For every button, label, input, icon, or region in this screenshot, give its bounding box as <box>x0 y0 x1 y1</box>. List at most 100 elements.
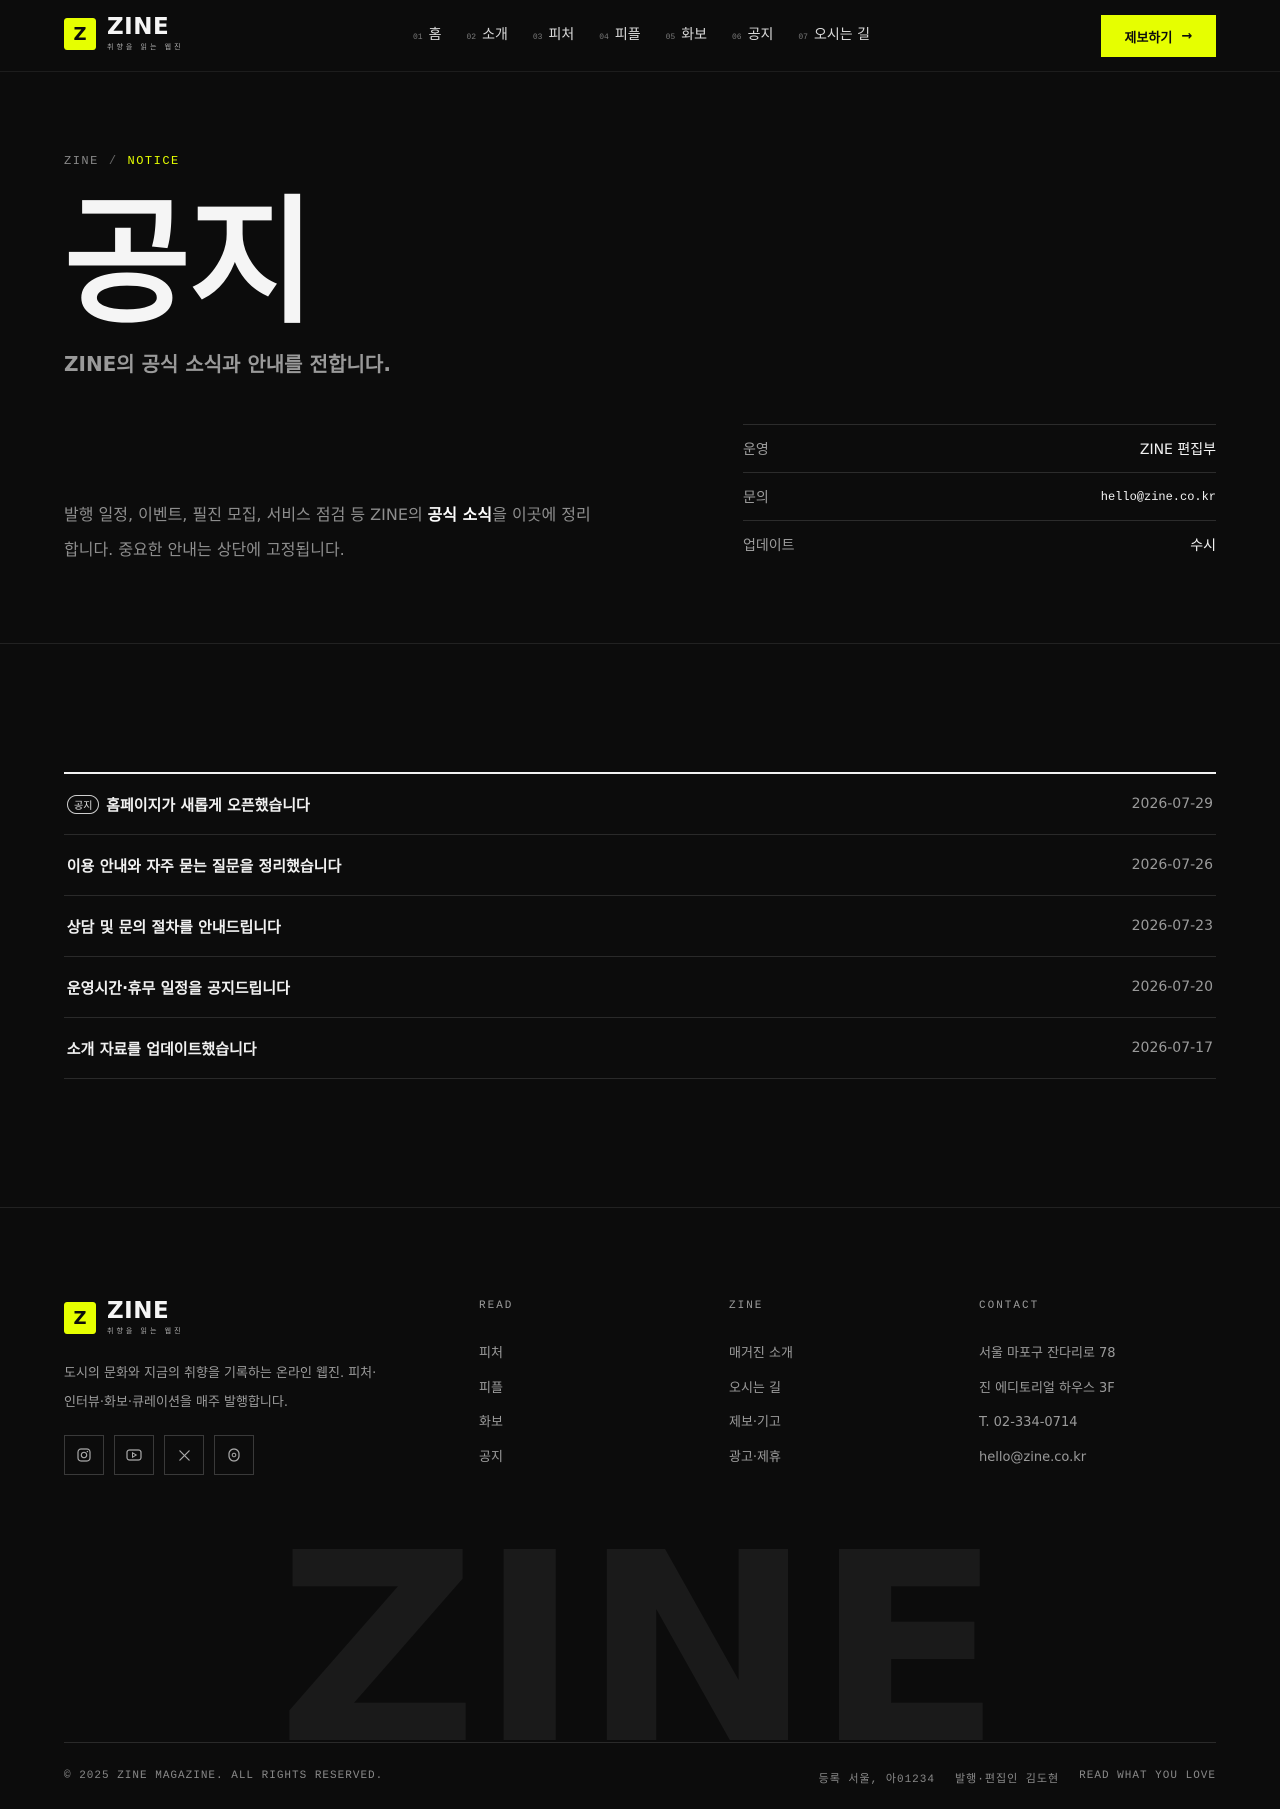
notice-title[interactable]: 홈페이지가 새롭게 오픈했습니다 <box>106 794 310 815</box>
footer-bottom-divider <box>64 1742 1216 1743</box>
footer-link[interactable]: 피처 <box>479 1337 513 1372</box>
footer-about: 도시의 문화와 지금의 취향을 기록하는 온라인 웹진. 피처·인터뷰·화보·큐… <box>64 1366 377 1410</box>
nav-label: 화보 <box>681 27 707 43</box>
info-row-operator: 운영 ZINE 편집부 <box>743 424 1216 472</box>
notice-row[interactable]: 공지 홈페이지가 새롭게 오픈했습니다 2026-07-29 <box>64 774 1216 835</box>
footer-link[interactable]: 제보·기고 <box>729 1406 793 1441</box>
site-header: Z ZINE 취향을 읽는 웹진 01 홈 02 소개 03 피처 04 피플 05 화보… <box>0 0 1280 72</box>
footer-link[interactable]: 공지 <box>479 1441 513 1476</box>
nav-label: 홈 <box>428 27 442 43</box>
site-logo[interactable]: Z ZINE 취향을 읽는 웹진 <box>64 16 184 52</box>
footer-slogan: READ WHAT YOU LOVE <box>1079 1770 1216 1782</box>
nav-label: 오시는 길 <box>813 27 870 43</box>
notice-title[interactable]: 이용 안내와 자주 묻는 질문을 정리했습니다 <box>67 855 342 876</box>
footer-link[interactable]: 화보 <box>479 1406 513 1441</box>
footer-logo[interactable]: Z ZINE 취향을 읽는 웹진 <box>64 1300 184 1336</box>
nav-item-people[interactable]: 04 피플 <box>599 24 640 44</box>
social-links <box>64 1435 264 1475</box>
legal-info: 등록 서울, 아01234 발행·편집인 김도현 READ WHAT YOU L… <box>799 1770 1216 1786</box>
logo-mark: Z <box>64 1302 96 1334</box>
notice-date: 2026-07-23 <box>1131 918 1213 934</box>
info-row-contact: 문의 hello@zine.co.kr <box>743 472 1216 520</box>
notice-row[interactable]: 상담 및 문의 절차를 안내드립니다 2026-07-23 <box>64 896 1216 957</box>
nav-item-location[interactable]: 07 오시는 길 <box>798 24 870 44</box>
registration-number: 등록 서울, 아01234 <box>818 1774 935 1786</box>
nav-number: 04 <box>599 33 609 42</box>
page-title: 공지 <box>64 182 316 343</box>
footer-column-contact: CONTACT 서울 마포구 잔다리로 78 진 에디토리얼 하우스 3F T.… <box>979 1300 1116 1475</box>
footer-column-heading: ZINE <box>729 1300 764 1312</box>
info-key: 업데이트 <box>743 537 795 554</box>
notice-title[interactable]: 운영시간·휴무 일정을 공지드립니다 <box>67 977 290 998</box>
notice-row[interactable]: 소개 자료를 업데이트했습니다 2026-07-17 <box>64 1018 1216 1079</box>
footer-divider <box>0 1207 1280 1208</box>
publisher-name: 발행·편집인 김도현 <box>955 1774 1060 1786</box>
copyright-text: © 2025 ZINE MAGAZINE. ALL RIGHTS RESERVE… <box>64 1770 384 1782</box>
nav-item-feature[interactable]: 03 피처 <box>533 24 574 44</box>
nav-item-home[interactable]: 01 홈 <box>413 24 442 44</box>
report-button[interactable]: 제보하기 → <box>1101 15 1216 57</box>
notice-row[interactable]: 운영시간·휴무 일정을 공지드립니다 2026-07-20 <box>64 957 1216 1018</box>
notice-date: 2026-07-17 <box>1131 1040 1213 1056</box>
info-value: ZINE 편집부 <box>1139 441 1216 458</box>
notice-row[interactable]: 이용 안내와 자주 묻는 질문을 정리했습니다 2026-07-26 <box>64 835 1216 896</box>
info-table: 운영 ZINE 편집부 문의 hello@zine.co.kr 업데이트 수시 <box>743 424 1216 568</box>
footer-link[interactable]: 피플 <box>479 1372 513 1407</box>
instagram-link[interactable] <box>64 1435 104 1475</box>
nav-label: 피처 <box>548 27 575 43</box>
instagram-icon <box>77 1448 91 1462</box>
description-highlight: 공식 소식 <box>427 505 493 524</box>
nav-label: 피플 <box>614 27 641 43</box>
page-subtitle: ZINE의 공식 소식과 안내를 전합니다. <box>64 352 391 376</box>
notice-date: 2026-07-29 <box>1131 796 1213 812</box>
footer-column-heading: READ <box>479 1300 514 1312</box>
logo-mark: Z <box>64 18 96 50</box>
breadcrumb: ZINE / NOTICE <box>64 154 180 168</box>
notice-title[interactable]: 소개 자료를 업데이트했습니다 <box>67 1038 257 1059</box>
nav-number: 05 <box>665 33 676 42</box>
info-key: 문의 <box>743 489 769 506</box>
notice-date: 2026-07-20 <box>1131 979 1213 995</box>
nav-label: 소개 <box>482 27 508 43</box>
threads-link[interactable] <box>214 1435 254 1475</box>
footer-column-read: READ 피처 피플 화보 공지 <box>479 1300 513 1475</box>
notice-list: 공지 홈페이지가 새롭게 오픈했습니다 2026-07-29 이용 안내와 자주… <box>64 772 1216 1079</box>
x-link[interactable] <box>164 1435 204 1475</box>
breadcrumb-root[interactable]: ZINE <box>64 154 99 168</box>
notice-title[interactable]: 상담 및 문의 절차를 안내드립니다 <box>67 916 281 937</box>
nav-number: 03 <box>532 33 543 42</box>
footer-link[interactable]: 오시는 길 <box>729 1372 793 1407</box>
footer-link[interactable]: 광고·제휴 <box>729 1441 793 1476</box>
nav-number: 06 <box>732 33 742 42</box>
footer-link[interactable]: 매거진 소개 <box>729 1337 793 1372</box>
youtube-link[interactable] <box>114 1435 154 1475</box>
logo-wordmark: ZINE <box>107 1298 170 1324</box>
breadcrumb-separator: / <box>108 154 118 168</box>
report-button-label: 제보하기 <box>1124 30 1173 46</box>
address-line: 서울 마포구 잔다리로 78 <box>979 1346 1116 1361</box>
x-icon <box>178 1449 190 1461</box>
nav-item-about[interactable]: 02 소개 <box>467 24 508 44</box>
logo-wordmark: ZINE <box>107 14 170 40</box>
contact-email-link[interactable]: hello@zine.co.kr <box>1101 490 1216 504</box>
footer-wordmark: ZINE <box>277 1506 1003 1750</box>
phone-number[interactable]: T. 02-334-0714 <box>979 1406 1116 1441</box>
section-divider <box>0 643 1280 644</box>
nav-item-notice[interactable]: 06 공지 <box>732 24 773 44</box>
breadcrumb-current: NOTICE <box>127 154 180 168</box>
info-key: 운영 <box>743 441 769 458</box>
footer-email-link[interactable]: hello@zine.co.kr <box>979 1441 1116 1476</box>
svg-text:ZINE: ZINE <box>277 1506 1003 1750</box>
threads-icon <box>228 1448 240 1462</box>
main-nav: 01 홈 02 소개 03 피처 04 피플 05 화보 06 공지 07 오시는 길 <box>413 24 895 44</box>
nav-number: 01 <box>413 33 423 42</box>
logo-tagline: 취향을 읽는 웹진 <box>107 1327 184 1335</box>
pinned-badge: 공지 <box>67 794 100 814</box>
info-value: 수시 <box>1190 537 1216 554</box>
nav-item-pictorial[interactable]: 05 화보 <box>666 24 707 44</box>
footer-column-heading: CONTACT <box>979 1300 1040 1312</box>
info-row-update: 업데이트 수시 <box>743 520 1216 568</box>
logo-tagline: 취향을 읽는 웹진 <box>107 43 184 51</box>
nav-number: 07 <box>798 33 808 42</box>
nav-label: 공지 <box>747 27 774 43</box>
